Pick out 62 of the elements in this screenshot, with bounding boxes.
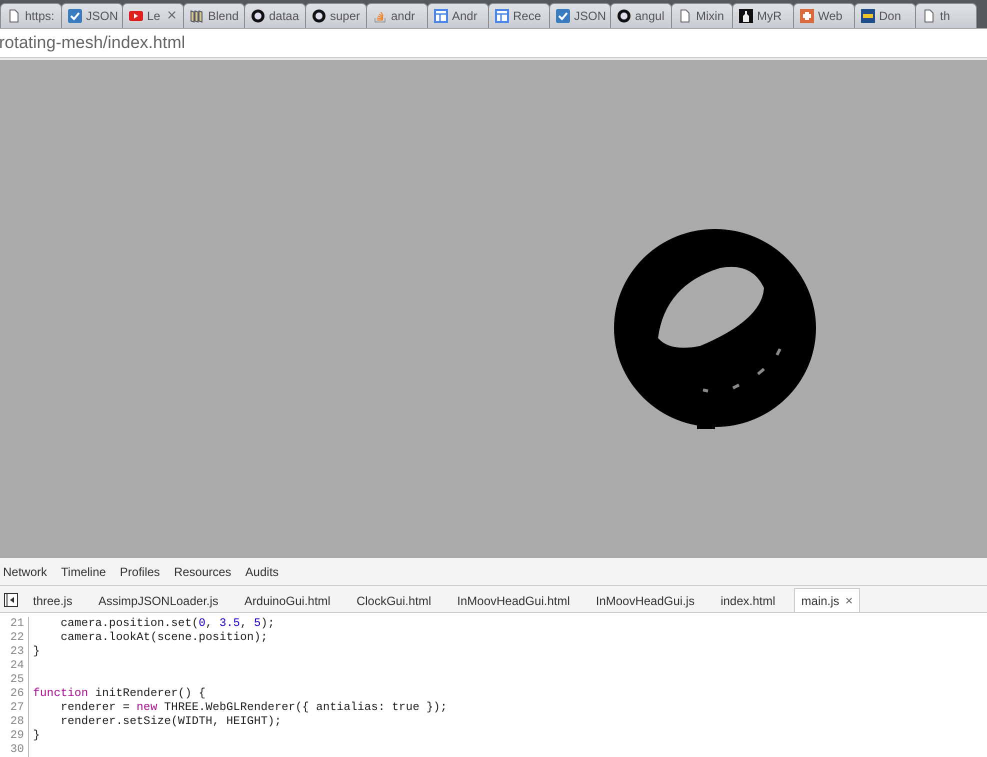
browser-tab[interactable]: https:	[0, 2, 62, 28]
browser-tab[interactable]: JSON	[61, 2, 123, 28]
code-line: renderer.setSize(WIDTH, HEIGHT);	[60, 715, 282, 730]
checkmark-icon	[556, 8, 570, 23]
browser-tab[interactable]: dataa	[244, 2, 306, 28]
code-line: camera.position.set(0, 3.5, 5);	[60, 617, 275, 632]
line-number: 29	[0, 729, 29, 744]
checkmark-icon	[68, 8, 82, 23]
panel-tab[interactable]: Profiles	[116, 564, 168, 579]
play-icon	[129, 8, 143, 23]
layout-icon	[434, 8, 448, 23]
code-line: }	[32, 645, 40, 660]
browser-tab[interactable]: JSON	[549, 2, 611, 28]
code-line: renderer = new THREE.WebGLRenderer({ antialias: true });	[60, 701, 448, 716]
browser-tab[interactable]: th	[915, 2, 977, 28]
code-line: }	[32, 729, 40, 744]
close-icon[interactable]: ×	[166, 8, 178, 24]
file-tab[interactable]: main.js ×	[794, 588, 860, 612]
browser-tab[interactable]: Web	[793, 2, 855, 28]
browser-tab[interactable]: super	[305, 2, 367, 28]
line-number: 27	[0, 701, 29, 716]
browser-tab[interactable]: Mixin	[671, 2, 733, 28]
bottle-icon	[739, 8, 753, 23]
browser-tab[interactable]: Don	[854, 2, 916, 28]
file-tab[interactable]: three.js	[26, 588, 80, 612]
panel-tab[interactable]: Resources	[170, 564, 240, 579]
code-line: function initRenderer() {	[32, 687, 206, 702]
page-icon	[7, 8, 21, 23]
line-number: 26	[0, 687, 29, 702]
page-icon	[922, 8, 936, 23]
line-number: 24	[0, 659, 29, 674]
file-tab[interactable]: InMoovHeadGui.js	[588, 588, 702, 612]
line-number: 28	[0, 715, 29, 730]
logo-icon	[861, 8, 875, 23]
browser-tab[interactable]: andr	[366, 2, 428, 28]
file-tab[interactable]: index.html	[714, 588, 782, 612]
cross-icon	[800, 8, 814, 23]
layout-icon	[495, 8, 509, 23]
address-field[interactable]: rotating-mesh/index.html	[0, 32, 399, 53]
browser-tab[interactable]: Andr	[427, 2, 489, 28]
line-number: 22	[0, 631, 29, 646]
close-icon[interactable]: ×	[845, 593, 853, 608]
page-icon	[678, 8, 692, 23]
browser-tab[interactable]: MyR	[732, 2, 794, 28]
file-tab[interactable]: InMoovHeadGui.html	[450, 588, 577, 612]
sidebar-toggle-icon[interactable]	[4, 593, 18, 608]
browser-tab[interactable]: Le ×	[122, 2, 184, 28]
browser-tab[interactable]: Rece	[488, 2, 550, 28]
panel-tab[interactable]: Network	[0, 564, 56, 579]
panel-tab[interactable]: Timeline	[58, 564, 114, 579]
file-tab[interactable]: ClockGui.html	[349, 588, 438, 612]
line-number: 23	[0, 645, 29, 660]
file-tab[interactable]: AssimpJSONLoader.js	[91, 588, 226, 612]
line-number: 25	[0, 673, 29, 688]
code-line: camera.lookAt(scene.position);	[60, 631, 268, 646]
browser-tab[interactable]: Blend	[183, 2, 245, 28]
browser-tab[interactable]: angul	[610, 2, 672, 28]
panel-tab[interactable]: Audits	[242, 564, 287, 579]
line-number: 30	[0, 743, 29, 757]
file-tab[interactable]: ArduinoGui.html	[237, 588, 338, 612]
line-number: 21	[0, 617, 29, 632]
books-icon	[190, 8, 204, 23]
